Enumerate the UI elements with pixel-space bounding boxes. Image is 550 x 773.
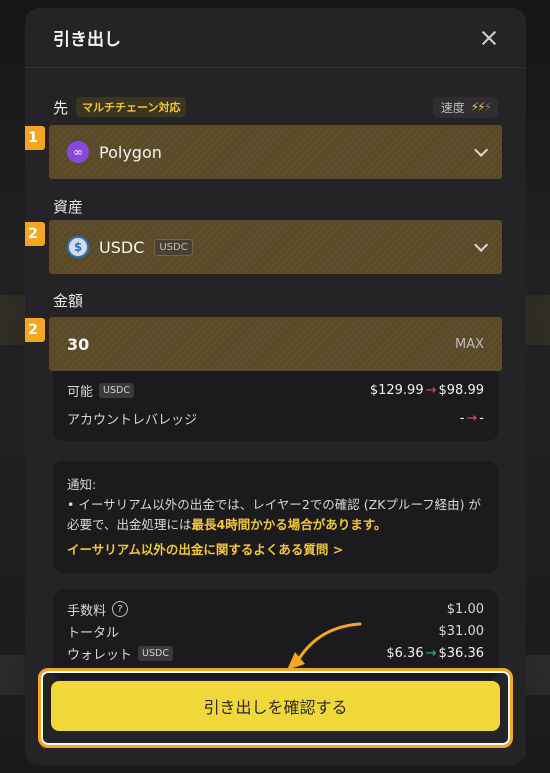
- destination-label: 先: [53, 98, 69, 117]
- total-label: トータル: [67, 625, 120, 641]
- confirm-highlight: 引き出しを確認する: [38, 668, 513, 748]
- fee-label: 手数料: [67, 603, 107, 619]
- chain-select[interactable]: ∞ Polygon: [49, 125, 502, 179]
- step-badge: 2: [25, 318, 45, 342]
- usdc-icon: $: [67, 236, 89, 258]
- notice-card: 通知: • イーサリアム以外の出金では、レイヤー2での確認 (ZKプルーフ経由)…: [53, 461, 498, 573]
- leverage-row: アカウントレバレッジ - → -: [53, 404, 498, 432]
- annotation-arrow-icon: [287, 622, 362, 670]
- asset-select[interactable]: $ USDC USDC: [49, 220, 502, 274]
- fee-value: $1.00: [446, 601, 484, 617]
- asset-badge: USDC: [154, 238, 193, 256]
- available-label: 可能: [67, 384, 94, 400]
- chevron-down-icon: [474, 237, 489, 252]
- leverage-from: -: [459, 410, 465, 426]
- asset-label: 資産: [53, 198, 84, 216]
- arrow-right-icon: →: [425, 645, 437, 661]
- fee-row: 手数料 ? $1.00: [53, 598, 498, 620]
- chevron-down-icon: [474, 142, 489, 157]
- modal-header: 引き出し: [25, 8, 526, 68]
- wallet-badge: USDC: [138, 645, 173, 661]
- max-button[interactable]: MAX: [455, 337, 484, 352]
- withdraw-modal: 引き出し 先 マルチチェーン対応 速度 ⚡⚡⚡ 1 ∞ Polygon 資産 2…: [25, 8, 526, 765]
- wallet-label: ウォレット: [67, 647, 133, 663]
- confirm-withdraw-button[interactable]: 引き出しを確認する: [51, 681, 500, 731]
- speed-indicator: 速度 ⚡⚡⚡: [432, 96, 498, 118]
- available-badge: USDC: [99, 382, 134, 398]
- leverage-label: アカウントレバレッジ: [67, 412, 198, 428]
- withdraw-faq-link[interactable]: イーサリアム以外の出金に関するよくある質問 >: [53, 535, 498, 572]
- arrow-right-icon: →: [466, 410, 478, 426]
- notice-title: 通知:: [67, 477, 97, 492]
- total-value: $31.00: [438, 623, 485, 639]
- available-from: $129.99: [369, 382, 424, 398]
- available-row: 可能 USDC $129.99 → $98.99: [53, 376, 498, 404]
- speed-label: 速度: [440, 100, 465, 115]
- arrow-right-icon: →: [425, 382, 437, 398]
- step-badge: 2: [25, 222, 45, 246]
- close-icon[interactable]: [480, 29, 498, 47]
- destination-header: 先 マルチチェーン対応 速度 ⚡⚡⚡: [53, 96, 498, 118]
- amount-input[interactable]: 30 MAX: [49, 317, 502, 371]
- available-to: $98.99: [438, 382, 485, 398]
- balance-card: 可能 USDC $129.99 → $98.99 アカウントレバレッジ - → …: [53, 371, 498, 441]
- modal-title: 引き出し: [53, 30, 121, 50]
- amount-label: 金額: [53, 292, 84, 310]
- step-badge: 1: [25, 126, 45, 150]
- notice-text: 通知: • イーサリアム以外の出金では、レイヤー2での確認 (ZKプルーフ経由)…: [53, 461, 498, 535]
- question-circle-icon[interactable]: ?: [112, 601, 129, 617]
- lightning-icon: ⚡⚡⚡: [470, 100, 492, 114]
- asset-select-value: USDC: [99, 237, 145, 257]
- chain-select-value: Polygon: [99, 142, 162, 162]
- leverage-to: -: [479, 410, 484, 426]
- notice-highlight: 最長4時間かかる場合があります。: [191, 517, 387, 532]
- wallet-to: $36.36: [438, 645, 485, 661]
- multichain-badge: マルチチェーン対応: [76, 97, 187, 117]
- polygon-icon: ∞: [67, 141, 89, 163]
- wallet-from: $6.36: [386, 645, 424, 661]
- amount-value: 30: [67, 334, 90, 354]
